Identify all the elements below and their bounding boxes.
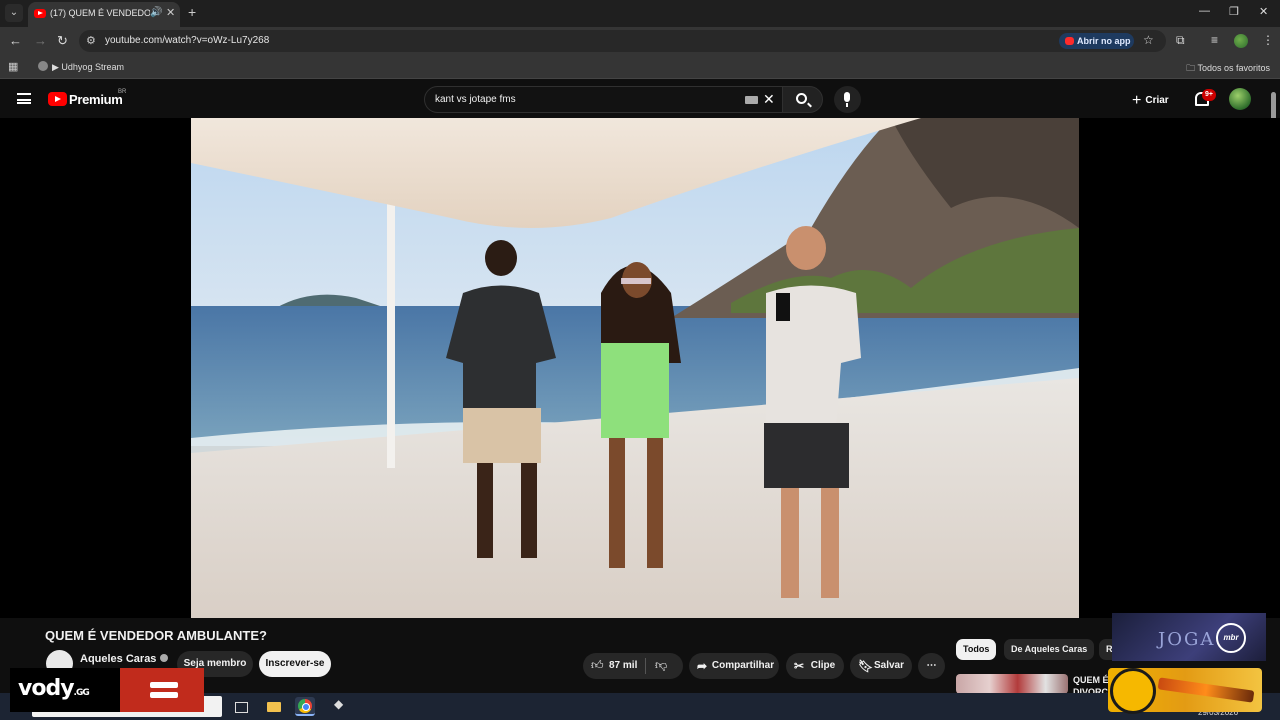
media-controls-icon[interactable]: ≡	[1211, 33, 1218, 47]
region-code: BR	[118, 89, 127, 95]
hamburger-menu-icon[interactable]	[17, 93, 31, 104]
share-arrow-icon: ➦	[697, 659, 708, 673]
bookmarks-bar: ▦ ▶ Udhyog Stream 🗀 Todos os favoritos	[0, 55, 1280, 79]
dislike-thumb-icon[interactable]: 👎︎	[655, 658, 667, 673]
weapon-skin-icon	[1157, 677, 1255, 703]
clear-search-icon[interactable]: ✕	[763, 91, 775, 108]
vody-mark-icon	[120, 668, 204, 712]
site-info-icon[interactable]: ⚙	[86, 34, 96, 47]
all-bookmarks-button[interactable]: 🗀 Todos os favoritos	[1186, 61, 1270, 77]
tab-audio-icon[interactable]: 🔊	[150, 7, 162, 18]
save-button[interactable]: 🔖︎ Salvar	[850, 653, 912, 679]
bookmark-save-icon: 🔖︎	[858, 659, 874, 673]
more-actions-button[interactable]: ⋯	[918, 653, 945, 679]
share-label: Compartilhar	[711, 660, 775, 671]
bookmark-label: Udhyog Stream	[61, 62, 124, 72]
divider	[645, 658, 646, 674]
share-button[interactable]: ➦ Compartilhar	[689, 653, 779, 679]
create-button[interactable]: + Criar	[1132, 92, 1169, 110]
recommended-video-thumbnail[interactable]	[956, 674, 1068, 694]
youtube-favicon-icon	[34, 9, 46, 18]
clip-button[interactable]: ✂ Clipe	[786, 653, 844, 679]
browser-toolbar: ← → ↻ ⚙ youtube.com/watch?v=oWz-Lu7y268 …	[0, 27, 1280, 55]
menu-kebab-icon[interactable]: ⋮	[1262, 33, 1274, 47]
like-thumb-icon[interactable]: 👍︎	[591, 658, 604, 673]
url-text: youtube.com/watch?v=oWz-Lu7y268	[105, 35, 270, 46]
plus-icon: +	[1132, 92, 1142, 109]
reload-icon[interactable]: ↻	[57, 33, 68, 49]
tab-title: (17) QUEM É VENDEDOR AMBULANTE? - YouTub…	[50, 8, 150, 18]
video-frame[interactable]	[191, 118, 1079, 618]
extensions-icon[interactable]: ⧉	[1176, 33, 1185, 48]
chrome-icon[interactable]	[295, 697, 315, 716]
subscribe-button[interactable]: Inscrever-se	[259, 651, 331, 677]
scissors-icon: ✂	[794, 659, 805, 673]
address-bar[interactable]: ⚙ youtube.com/watch?v=oWz-Lu7y268 Abrir …	[79, 30, 1166, 52]
task-view-icon[interactable]	[231, 697, 251, 716]
youtube-logo-icon[interactable]	[48, 92, 67, 106]
close-window-icon[interactable]: ✕	[1259, 5, 1268, 18]
browser-tab-strip: ⌄ (17) QUEM É VENDEDOR AMBULANTE? - YouT…	[0, 0, 1280, 27]
vody-logo-text: vody.GG	[18, 676, 90, 701]
channel-name-text: Aqueles Caras	[80, 653, 157, 665]
overlay-text: JOGA	[1158, 629, 1216, 650]
like-dislike-group: 👍︎ 87 mil 👎︎	[583, 653, 683, 679]
voice-search-mic-icon[interactable]	[834, 86, 861, 113]
search-input[interactable]: kant vs jotape fms ✕	[424, 86, 783, 113]
create-label: Criar	[1145, 95, 1169, 106]
verified-badge-icon	[160, 654, 169, 662]
mbr-logo-icon: mbr	[1216, 623, 1246, 653]
clip-label: Clipe	[810, 660, 836, 671]
restore-icon[interactable]: ❐	[1229, 5, 1239, 18]
logo-text[interactable]: Premium	[69, 92, 123, 107]
save-label: Salvar	[873, 660, 905, 671]
open-in-app-button[interactable]: Abrir no app	[1059, 33, 1134, 49]
stream-overlay-game-banner	[1108, 668, 1262, 714]
bookmark-item[interactable]: ▶ Udhyog Stream	[38, 61, 124, 73]
globe-icon	[38, 61, 48, 71]
file-explorer-icon[interactable]	[264, 697, 284, 716]
minimize-icon[interactable]: —	[1199, 5, 1210, 17]
chip-channel[interactable]: De Aqueles Caras	[1004, 639, 1095, 660]
coin-icon	[1110, 668, 1156, 714]
search-query-text: kant vs jotape fms	[435, 94, 516, 105]
account-avatar[interactable]	[1229, 88, 1251, 110]
youtube-header: Premium BR kant vs jotape fms ✕ + Criar 9…	[0, 80, 1280, 118]
apps-grid-icon[interactable]: ▦	[8, 60, 18, 73]
gem-app-icon[interactable]	[330, 697, 350, 716]
chip-all[interactable]: Todos	[956, 639, 997, 660]
keyboard-icon[interactable]	[745, 96, 758, 104]
all-bookmarks-label: Todos os favoritos	[1197, 63, 1270, 73]
vody-suffix: .GG	[73, 688, 90, 698]
tent-pole	[387, 198, 395, 468]
tab-search-button[interactable]: ⌄	[5, 4, 23, 22]
browser-tab-active[interactable]: (17) QUEM É VENDEDOR AMBULANTE? - YouTub…	[28, 2, 180, 27]
forward-icon[interactable]: →	[34, 33, 47, 48]
microphone	[776, 293, 790, 321]
new-tab-button[interactable]: +	[188, 4, 196, 20]
back-icon[interactable]: ←	[9, 33, 22, 48]
bookmark-star-icon[interactable]: ☆	[1143, 33, 1154, 47]
search-button[interactable]	[782, 86, 823, 113]
video-title: QUEM É VENDEDOR AMBULANTE?	[45, 628, 267, 643]
tab-close-icon[interactable]: ✕	[166, 6, 175, 19]
vody-brand: vody	[18, 676, 75, 701]
search-icon	[796, 93, 807, 104]
video-player[interactable]	[0, 118, 1280, 618]
channel-name[interactable]: Aqueles Caras	[80, 653, 169, 665]
stream-overlay-mbr: JOGA mbr	[1112, 613, 1266, 661]
profile-avatar-icon[interactable]	[1234, 34, 1248, 48]
notification-count-badge: 9+	[1202, 89, 1216, 101]
stream-overlay-vody: vody.GG	[10, 668, 204, 712]
like-count[interactable]: 87 mil	[609, 660, 637, 671]
